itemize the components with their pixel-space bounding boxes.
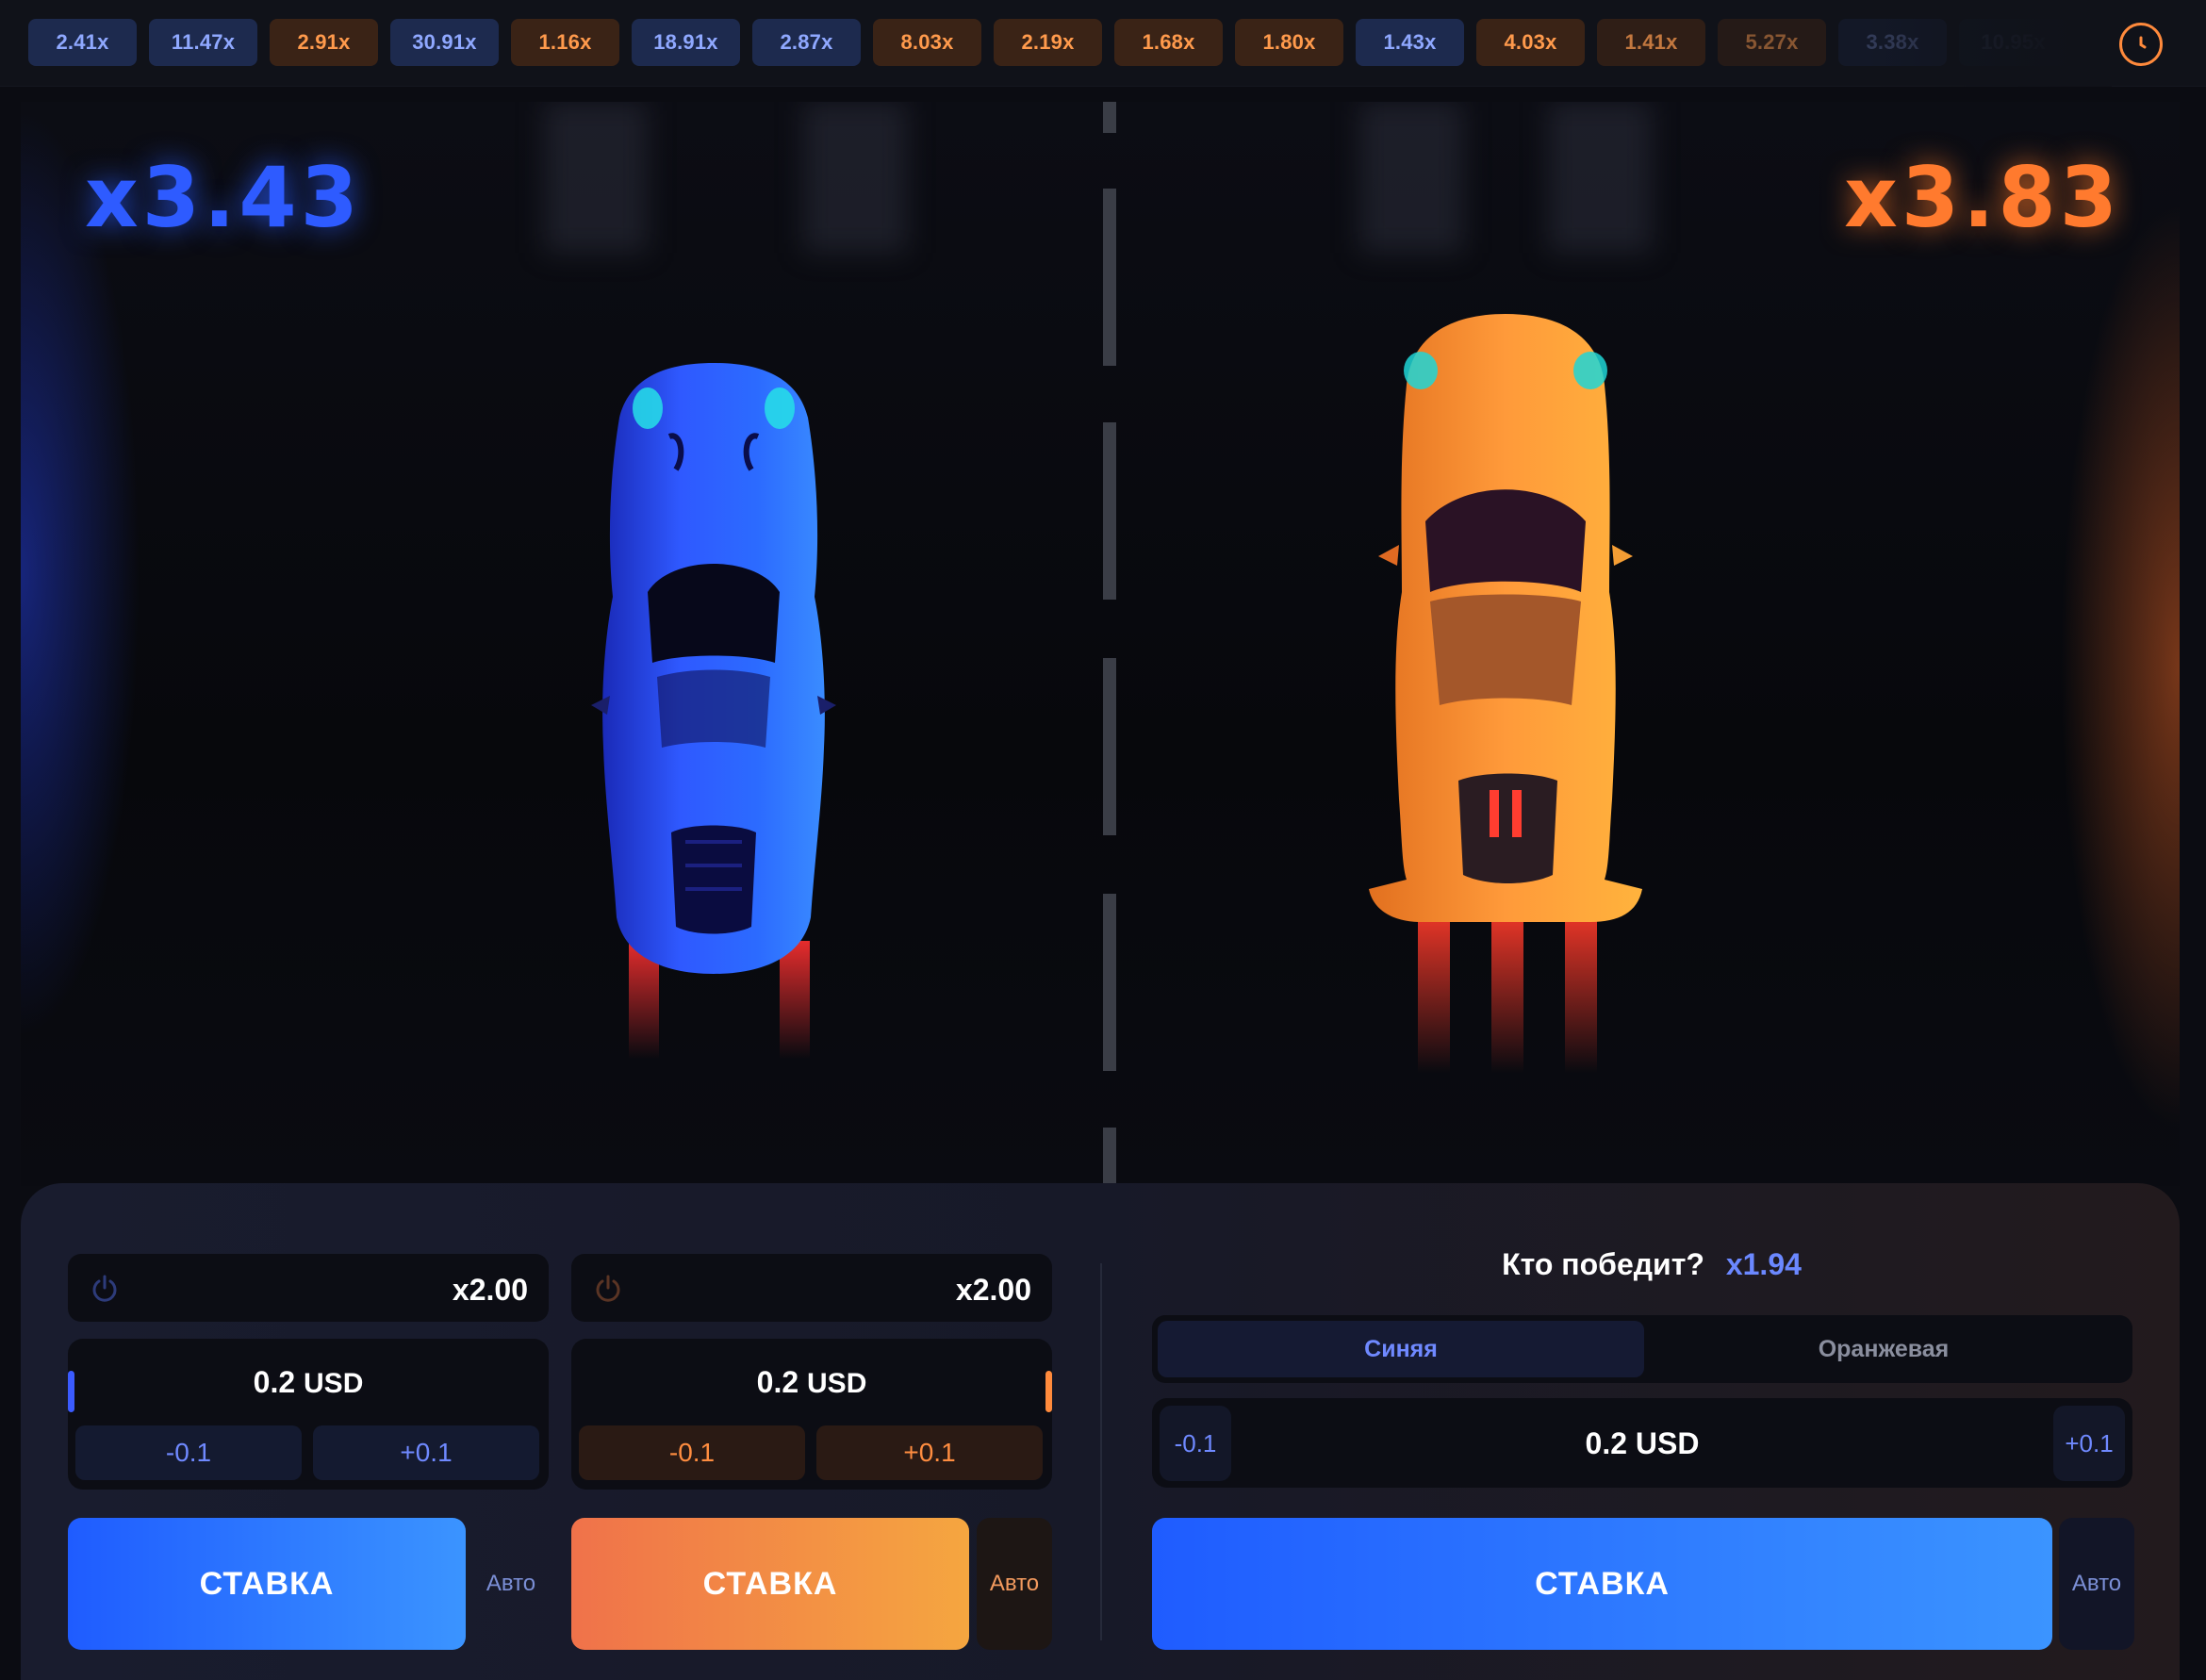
race-arena: x3.43 x3.83 <box>21 102 2180 1186</box>
history-chip[interactable]: 18.91x <box>632 19 740 66</box>
history-chip[interactable]: 1.16x <box>511 19 619 66</box>
blue-amount[interactable]: 0.2 USD <box>68 1365 549 1400</box>
orange-autocashout: x2.00 <box>571 1254 1052 1322</box>
orange-amount-value: 0.2 <box>756 1365 799 1399</box>
blue-amount-value: 0.2 <box>253 1365 296 1399</box>
team-blue-tab[interactable]: Синяя <box>1158 1321 1644 1377</box>
winner-question: Кто победит? x1.94 <box>1152 1247 2151 1282</box>
blue-autocashout: x2.00 <box>68 1254 549 1322</box>
orange-plus-button[interactable]: +0.1 <box>816 1425 1043 1480</box>
history-chip[interactable]: 8.03x <box>873 19 981 66</box>
history-chip[interactable]: 1.68x <box>1114 19 1223 66</box>
history-fade <box>1867 0 2112 87</box>
blue-amount-currency: USD <box>304 1368 364 1399</box>
winner-amount-value: 0.2 <box>1585 1426 1628 1460</box>
orange-car <box>1369 314 1642 1073</box>
history-chip[interactable]: 30.91x <box>390 19 499 66</box>
team-switch: Синяя Оранжевая <box>1152 1315 2132 1383</box>
orange-amount-box: 0.2 USD -0.1 +0.1 <box>571 1339 1052 1490</box>
winner-plus-button[interactable]: +0.1 <box>2053 1406 2125 1481</box>
power-icon[interactable] <box>89 1273 121 1305</box>
blue-plus-button[interactable]: +0.1 <box>313 1425 539 1480</box>
history-chip[interactable]: 1.43x <box>1356 19 1464 66</box>
winner-amount[interactable]: 0.2 USD <box>1152 1426 2132 1461</box>
history-chip[interactable]: 4.03x <box>1476 19 1585 66</box>
winner-question-text: Кто победит? <box>1502 1247 1704 1281</box>
clock-icon <box>2139 36 2147 49</box>
lane-light <box>803 102 907 253</box>
road-center-line <box>1103 102 1116 1186</box>
history-button[interactable] <box>2119 23 2163 66</box>
winner-amount-currency: USD <box>1635 1426 1700 1460</box>
winner-bet-button[interactable]: СТАВКА <box>1152 1518 2052 1650</box>
winner-amount-box: -0.1 0.2 USD +0.1 <box>1152 1398 2132 1488</box>
blue-autocashout-value[interactable]: x2.00 <box>453 1273 528 1308</box>
orange-minus-button[interactable]: -0.1 <box>579 1425 805 1480</box>
panel-divider <box>1100 1263 1102 1640</box>
orange-auto-button[interactable]: Авто <box>977 1518 1052 1650</box>
blue-amount-box: 0.2 USD -0.1 +0.1 <box>68 1339 549 1490</box>
orange-amount[interactable]: 0.2 USD <box>571 1365 1052 1400</box>
team-orange-tab[interactable]: Оранжевая <box>1640 1321 2127 1377</box>
lane-light <box>1548 102 1652 253</box>
history-chip[interactable]: 2.19x <box>994 19 1102 66</box>
blue-auto-button[interactable]: Авто <box>473 1518 549 1650</box>
power-icon[interactable] <box>592 1273 624 1305</box>
bet-panel: x2.00 0.2 USD -0.1 +0.1 СТАВКА Авто x2.0… <box>21 1183 2180 1680</box>
history-chip[interactable]: 2.91x <box>270 19 378 66</box>
blue-multiplier: x3.43 <box>85 149 362 246</box>
blue-car <box>591 363 836 1059</box>
history-chip[interactable]: 2.41x <box>28 19 137 66</box>
history-chip[interactable]: 11.47x <box>149 19 257 66</box>
history-chip[interactable]: 1.80x <box>1235 19 1343 66</box>
history-chip[interactable]: 2.87x <box>752 19 861 66</box>
blue-minus-button[interactable]: -0.1 <box>75 1425 302 1480</box>
lane-light <box>1359 102 1463 253</box>
winner-multiplier: x1.94 <box>1725 1247 1802 1281</box>
history-bar: 2.41x 11.47x 2.91x 30.91x 1.16x 18.91x 2.87x 8.… <box>0 0 2206 87</box>
blue-bet-button[interactable]: СТАВКА <box>68 1518 466 1650</box>
history-chip[interactable]: 1.41x <box>1597 19 1705 66</box>
winner-auto-button[interactable]: Авто <box>2059 1518 2134 1650</box>
multiplier-history: 2.41x 11.47x 2.91x 30.91x 1.16x 18.91x 2.87x 8.… <box>28 19 2067 66</box>
orange-bet-button[interactable]: СТАВКА <box>571 1518 969 1650</box>
orange-amount-currency: USD <box>807 1368 867 1399</box>
orange-multiplier: x3.83 <box>1844 149 2121 246</box>
lane-light <box>544 102 648 253</box>
history-chip[interactable]: 5.27x <box>1718 19 1826 66</box>
orange-autocashout-value[interactable]: x2.00 <box>956 1273 1031 1308</box>
